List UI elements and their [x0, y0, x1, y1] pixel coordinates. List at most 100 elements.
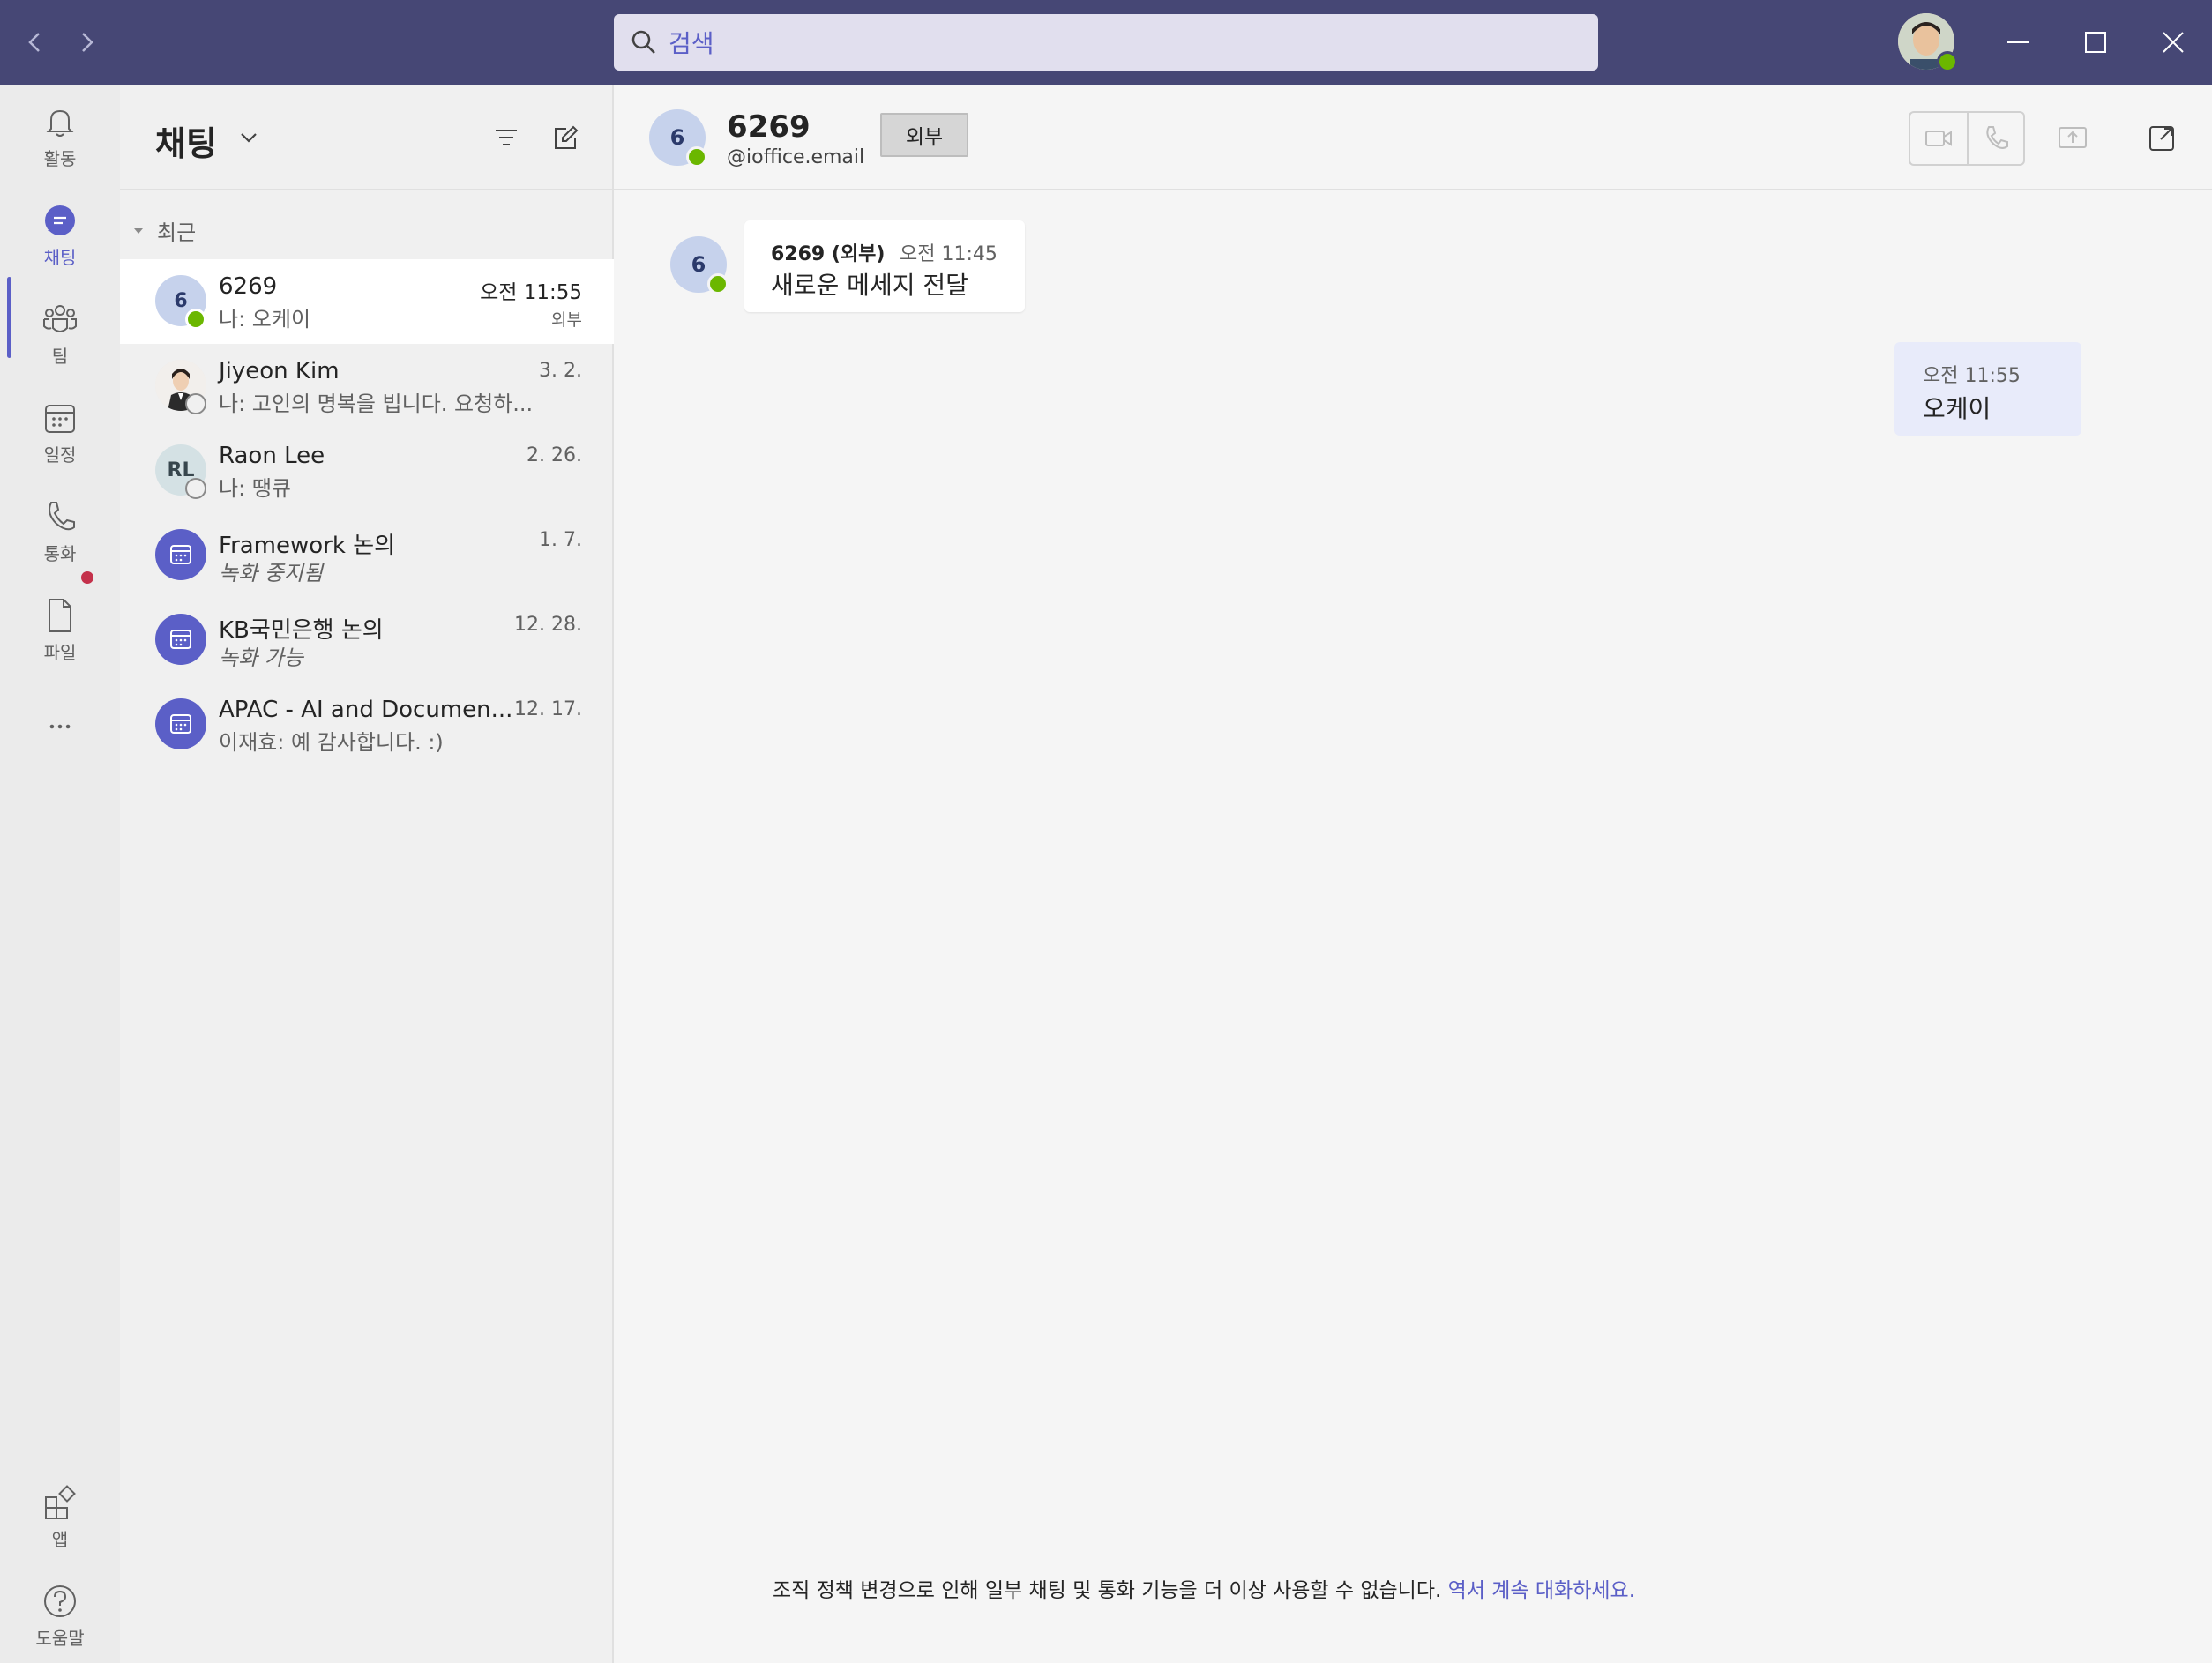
- app-rail: 활동 채팅 팀 일정 통화 파일 앱 도움말: [0, 85, 120, 1663]
- incoming-message[interactable]: 6269 (외부) 오전 11:45 새로운 메세지 전달: [744, 220, 1025, 312]
- share-screen-icon: [2059, 127, 2087, 148]
- caret-down-icon: [134, 227, 143, 234]
- chevron-down-icon[interactable]: [235, 123, 263, 152]
- phone-icon: [1986, 126, 2008, 149]
- meeting-avatar: [155, 614, 206, 665]
- chat-name: 6269: [219, 273, 278, 300]
- chat-list-item[interactable]: 6 6269 나: 오케이 오전 11:55 외부: [120, 259, 614, 344]
- policy-link[interactable]: 역서 계속 대화하세요.: [1448, 1579, 1635, 1602]
- meeting-avatar: [155, 698, 206, 749]
- rail-more-button[interactable]: [0, 709, 120, 744]
- video-camera-icon: [1925, 131, 1952, 146]
- video-call-button[interactable]: [1910, 113, 1967, 164]
- rail-item-chat[interactable]: 채팅: [0, 201, 120, 293]
- chat-preview: 나: 고인의 명복을 빕니다. 요청하...: [219, 392, 534, 416]
- chat-time: 3. 2.: [539, 360, 582, 382]
- file-icon: [49, 599, 71, 632]
- calendar-icon: [170, 714, 191, 734]
- chat-time: 2. 26.: [527, 444, 582, 466]
- presence-available-icon: [185, 309, 206, 330]
- chat-list-pane: 채팅 최근 6 6269 나: 오케이 오전 11:55 외부 Jiyeon K…: [120, 85, 614, 1663]
- bell-icon: [46, 109, 74, 137]
- message-text: 오케이: [1923, 394, 1992, 423]
- rail-item-teams[interactable]: 팀: [0, 300, 120, 392]
- chevron-right-icon: [82, 33, 93, 52]
- contact-email: @ioffice.email: [727, 146, 865, 168]
- calendar-icon: [170, 630, 191, 649]
- section-recent-toggle[interactable]: 최근: [131, 215, 196, 246]
- message-sender: 6269 (외부): [771, 243, 886, 265]
- phone-icon: [49, 502, 75, 531]
- rail-label: 도움말: [35, 1628, 85, 1649]
- close-button[interactable]: [2152, 21, 2194, 63]
- chat-time: 12. 28.: [514, 614, 582, 636]
- filter-icon: [496, 130, 517, 145]
- chat-name: APAC - AI and Documen...: [219, 697, 513, 723]
- pop-out-icon: [2149, 126, 2174, 151]
- call-buttons: [1909, 111, 2025, 166]
- back-button[interactable]: [18, 25, 53, 60]
- chat-time: 오전 11:55: [480, 281, 582, 304]
- maximize-button[interactable]: [2074, 21, 2117, 63]
- chat-time: 1. 7.: [539, 529, 582, 551]
- rail-label: 앱: [51, 1529, 69, 1550]
- chat-list-item[interactable]: KB국민은행 논의 녹화 가능 12. 28.: [120, 598, 614, 682]
- chat-list-title[interactable]: 채팅: [155, 116, 217, 165]
- rail-label: 활동: [43, 148, 77, 169]
- chat-name: Jiyeon Kim: [219, 358, 340, 384]
- message-text: 새로운 메세지 전달: [771, 271, 968, 300]
- apps-icon: [45, 1485, 76, 1519]
- presence-offline-icon: [185, 478, 206, 499]
- message-time: 오전 11:45: [900, 243, 998, 265]
- chat-list-item[interactable]: Framework 논의 녹화 중지됨 1. 7.: [120, 513, 614, 598]
- rail-item-calls[interactable]: 통화: [0, 497, 120, 589]
- filter-button[interactable]: [489, 120, 524, 155]
- chevron-left-icon: [28, 33, 40, 52]
- rail-item-help[interactable]: 도움말: [0, 1582, 120, 1663]
- presence-offline-icon: [185, 393, 206, 414]
- rail-item-activity[interactable]: 활동: [0, 102, 120, 194]
- notification-dot: [81, 571, 93, 584]
- close-icon: [2163, 32, 2184, 53]
- rail-label: 팀: [51, 346, 69, 367]
- presence-available-icon: [707, 273, 729, 295]
- audio-call-button[interactable]: [1967, 113, 2023, 164]
- chat-list-item[interactable]: Jiyeon Kim 나: 고인의 명복을 빕니다. 요청하... 3. 2.: [120, 344, 614, 429]
- calendar-icon: [170, 545, 191, 564]
- outgoing-message[interactable]: 오전 11:55 오케이: [1894, 342, 2081, 436]
- teams-icon: [43, 305, 77, 332]
- presence-available-icon: [686, 146, 707, 168]
- policy-notice: 조직 정책 변경으로 인해 일부 채팅 및 통화 기능을 더 이상 사용할 수 …: [773, 1573, 1635, 1603]
- minimize-button[interactable]: [1997, 21, 2039, 63]
- external-badge: 외부: [551, 310, 582, 330]
- rail-item-files[interactable]: 파일: [0, 596, 120, 688]
- chat-list-item[interactable]: APAC - AI and Documen... 이재효: 예 감사합니다. :…: [120, 682, 614, 767]
- search-placeholder: 검색: [669, 29, 714, 58]
- calendar-icon: [45, 405, 75, 433]
- pop-out-button[interactable]: [2147, 122, 2178, 153]
- chat-time: 12. 17.: [514, 698, 582, 720]
- more-icon: [49, 724, 71, 729]
- rail-item-calendar[interactable]: 일정: [0, 399, 120, 490]
- new-chat-button[interactable]: [547, 120, 582, 155]
- minimize-icon: [2007, 41, 2029, 43]
- rail-item-apps[interactable]: 앱: [0, 1483, 120, 1575]
- chat-list-item[interactable]: RL Raon Lee 나: 땡큐 2. 26.: [120, 429, 614, 513]
- maximize-icon: [2085, 32, 2106, 53]
- external-tag: 외부: [880, 113, 968, 157]
- search-input[interactable]: 검색: [614, 14, 1598, 71]
- conversation-header: 6 6269 @ioffice.email 외부: [614, 85, 2212, 190]
- chat-icon: [45, 205, 75, 235]
- chat-preview: 나: 오케이: [219, 307, 311, 332]
- share-screen-button[interactable]: [2055, 120, 2090, 155]
- chat-list-header: 채팅: [120, 85, 614, 190]
- forward-button[interactable]: [69, 25, 104, 60]
- meeting-avatar: [155, 529, 206, 580]
- search-icon: [628, 26, 660, 58]
- rail-label: 일정: [43, 444, 77, 466]
- chat-preview: 나: 땡큐: [219, 476, 291, 501]
- chat-preview: 녹화 가능: [219, 645, 303, 670]
- policy-text: 조직 정책 변경으로 인해 일부 채팅 및 통화 기능을 더 이상 사용할 수 …: [773, 1579, 1442, 1602]
- conversation-pane: 6 6269 @ioffice.email 외부 6 6269 (외부) 오전 …: [614, 85, 2212, 1663]
- help-icon: [44, 1585, 76, 1617]
